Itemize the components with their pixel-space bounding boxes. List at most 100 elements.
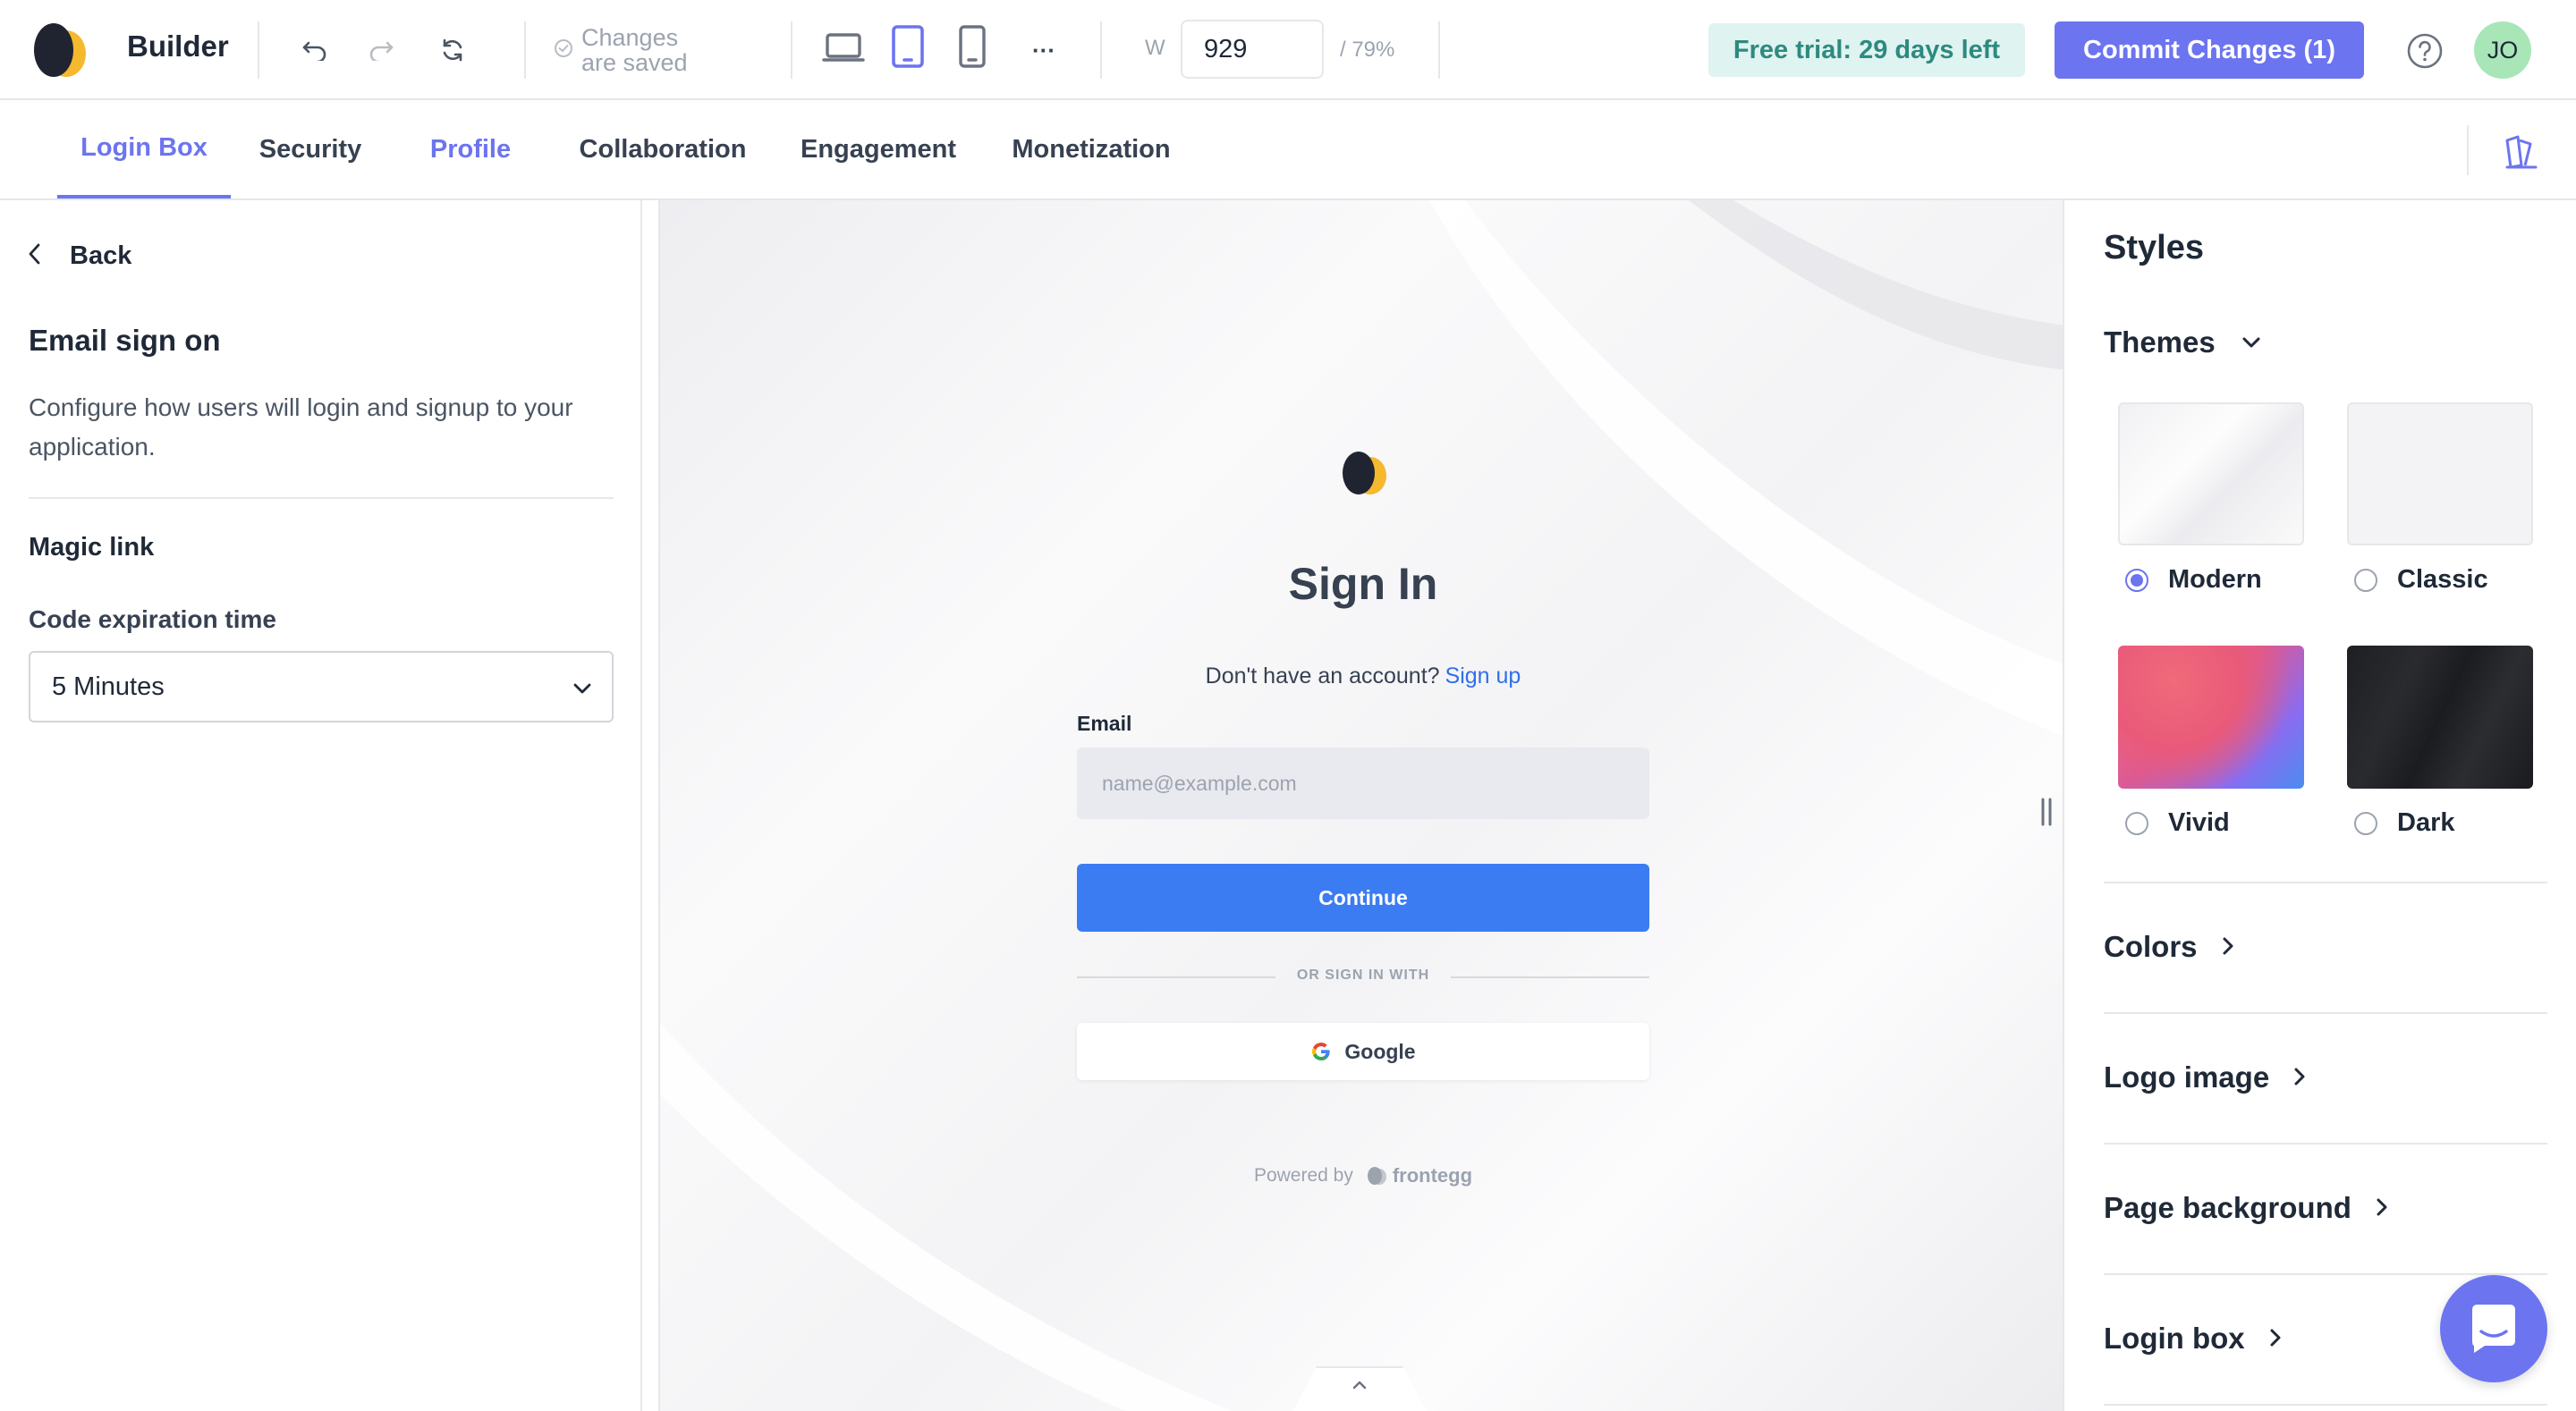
tab-security[interactable]: Security — [245, 100, 376, 199]
preview-canvas: Sign In Don't have an account? Sign up Em… — [658, 200, 2064, 1411]
divider — [1438, 21, 1440, 79]
theme-card-classic[interactable] — [2347, 402, 2533, 545]
radio-selected-icon — [2125, 568, 2148, 592]
or-sign-in-with-text: OR SIGN IN WITH — [1296, 967, 1430, 983]
radio-icon — [2125, 811, 2148, 835]
divider — [2104, 1404, 2547, 1406]
radio-icon — [2354, 568, 2377, 592]
section-label: Login box — [2104, 1322, 2245, 1355]
save-status: Changes are saved — [553, 23, 732, 77]
help-icon[interactable] — [2404, 30, 2445, 72]
redo-icon[interactable] — [363, 32, 399, 68]
code-expiration-value: 5 Minutes — [52, 672, 165, 701]
theme-name: Classic — [2397, 565, 2488, 594]
no-account-text: Don't have an account? — [1205, 663, 1440, 689]
save-status-text: Changes are saved — [581, 24, 688, 76]
settings-panel: Back Email sign on Configure how users w… — [0, 200, 642, 1411]
section-description: Configure how users will login and signu… — [29, 393, 573, 460]
email-field[interactable] — [1077, 748, 1649, 819]
commit-changes-button[interactable]: Commit Changes (1) — [2055, 21, 2364, 79]
google-label: Google — [1344, 1039, 1416, 1063]
divider — [791, 21, 792, 79]
continue-button[interactable]: Continue — [1077, 864, 1649, 932]
magic-link-label: Magic link — [29, 533, 155, 562]
sign-up-link[interactable]: Sign up — [1445, 663, 1521, 689]
theme-name: Vivid — [2168, 808, 2230, 837]
theme-card-vivid[interactable] — [2118, 646, 2304, 789]
tab-bar: Login Box Security Profile Collaboration… — [0, 100, 2576, 200]
code-expiration-label: Code expiration time — [29, 605, 276, 633]
app-title: Builder — [127, 30, 229, 63]
brand-name: frontegg — [1392, 1164, 1473, 1187]
divider — [1100, 21, 1102, 79]
signup-prompt: Don't have an account? Sign up — [660, 663, 2063, 689]
section-label: Logo image — [2104, 1060, 2270, 1094]
logo-image-section[interactable]: Logo image — [2104, 1012, 2547, 1143]
width-label: W — [1145, 36, 1165, 60]
styles-panel: Styles Themes Modern Classic Vivid Dark … — [2075, 200, 2576, 1411]
chevron-right-icon — [2221, 930, 2235, 964]
theme-option-classic[interactable]: Classic — [2354, 565, 2488, 595]
themes-label: Themes — [2104, 325, 2216, 359]
app-logo — [27, 20, 89, 80]
divider — [2467, 125, 2469, 175]
styles-title: Styles — [2104, 229, 2204, 266]
radio-icon — [2354, 811, 2377, 835]
theme-option-modern[interactable]: Modern — [2125, 565, 2262, 595]
theme-option-vivid[interactable]: Vivid — [2125, 808, 2230, 838]
paint-swatch-icon[interactable] — [2496, 127, 2546, 177]
tab-collaboration[interactable]: Collaboration — [565, 100, 760, 199]
colors-section[interactable]: Colors — [2104, 882, 2547, 1012]
tablet-icon[interactable] — [886, 21, 930, 72]
chevron-down-icon — [2241, 335, 2262, 350]
chevron-down-icon — [572, 672, 592, 702]
chat-button[interactable] — [2440, 1275, 2547, 1382]
preview-logo — [1335, 449, 1392, 499]
chevron-right-icon — [2375, 1191, 2389, 1225]
top-bar: Builder Changes are saved ··· W / 79% Fr… — [0, 0, 2576, 100]
divider — [29, 497, 614, 499]
divider — [258, 21, 259, 79]
theme-card-dark[interactable] — [2347, 646, 2533, 789]
mobile-icon[interactable] — [950, 21, 995, 72]
google-sign-in-button[interactable]: Google — [1077, 1023, 1649, 1080]
more-icon[interactable]: ··· — [1023, 32, 1064, 68]
chevron-right-icon — [2292, 1060, 2307, 1094]
chevron-up-icon — [1351, 1379, 1368, 1411]
refresh-icon[interactable] — [435, 32, 470, 68]
powered-by-text: Powered by — [1253, 1165, 1353, 1186]
code-expiration-select[interactable]: 5 Minutes — [29, 651, 614, 722]
desktop-icon[interactable] — [821, 25, 866, 70]
google-icon — [1310, 1041, 1332, 1062]
frontegg-logo: frontegg — [1366, 1164, 1472, 1187]
themes-toggle[interactable]: Themes — [2104, 325, 2262, 359]
back-button[interactable]: Back — [27, 241, 131, 271]
divider — [524, 21, 526, 79]
section-label: Page background — [2104, 1191, 2351, 1224]
chevron-left-icon — [27, 241, 43, 271]
chat-icon — [2465, 1301, 2522, 1356]
section-label: Colors — [2104, 930, 2198, 963]
theme-name: Modern — [2168, 565, 2262, 594]
width-input[interactable] — [1181, 20, 1324, 79]
theme-card-modern[interactable] — [2118, 402, 2304, 545]
tab-engagement[interactable]: Engagement — [791, 100, 966, 199]
tab-login-box[interactable]: Login Box — [57, 100, 231, 199]
undo-icon[interactable] — [297, 32, 333, 68]
chevron-right-icon — [2268, 1322, 2283, 1356]
email-label: Email — [1077, 712, 1132, 735]
theme-option-dark[interactable]: Dark — [2354, 808, 2455, 838]
tab-monetization[interactable]: Monetization — [1000, 100, 1182, 199]
tab-profile[interactable]: Profile — [415, 100, 526, 199]
powered-by: Powered by frontegg — [660, 1164, 2063, 1187]
trial-badge: Free trial: 29 days left — [1708, 23, 2025, 77]
check-circle-icon — [553, 38, 574, 63]
sign-in-title: Sign In — [1288, 559, 1438, 609]
theme-name: Dark — [2397, 808, 2455, 837]
resize-handle[interactable] — [2038, 794, 2055, 830]
zoom-level: / 79% — [1340, 38, 1395, 62]
avatar[interactable]: JO — [2474, 21, 2531, 79]
section-title: Email sign on — [29, 324, 221, 357]
page-background-section[interactable]: Page background — [2104, 1143, 2547, 1273]
back-label: Back — [70, 241, 132, 270]
